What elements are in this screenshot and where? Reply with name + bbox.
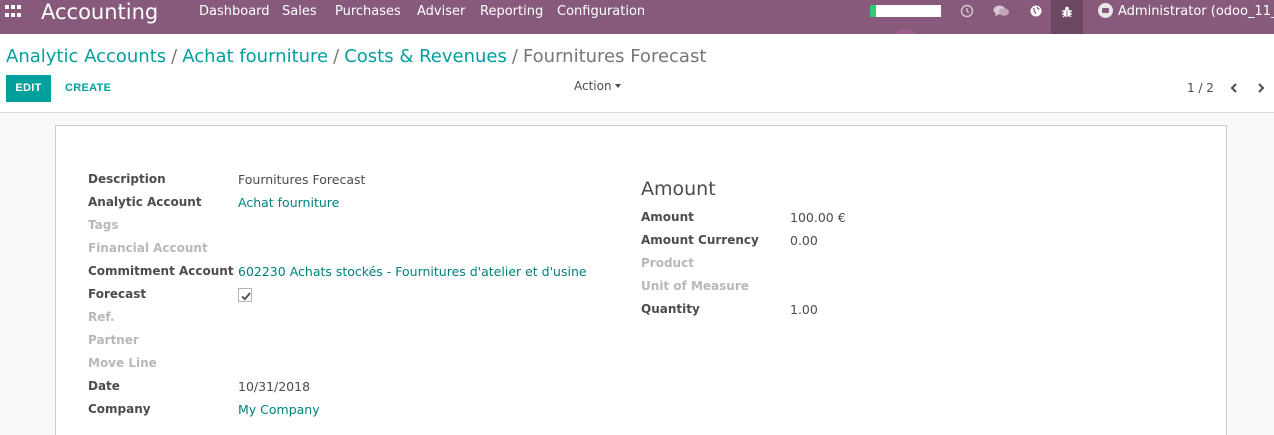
control-panel: Analytic Accounts / Achat fourniture / Costs…: [0, 34, 1274, 113]
field-value-company[interactable]: My Company: [238, 402, 320, 417]
menu-item-adviser[interactable]: Adviser: [417, 4, 465, 20]
clock-icon[interactable]: [960, 4, 974, 18]
chat-icon[interactable]: [993, 4, 1010, 18]
field-value-date: 10/31/2018: [238, 379, 311, 394]
breadcrumb-separator: /: [511, 46, 518, 67]
menu-item-dashboard[interactable]: Dashboard: [199, 4, 270, 20]
field-label-forecast: Forecast: [88, 287, 147, 301]
globe-icon[interactable]: [1029, 4, 1043, 18]
breadcrumb-costs-revenues[interactable]: Costs & Revenues: [344, 46, 507, 67]
create-button[interactable]: CREATE: [59, 75, 117, 102]
breadcrumb-current: Fournitures Forecast: [522, 46, 707, 67]
field-label-tags: Tags: [88, 218, 119, 232]
breadcrumb-separator: /: [171, 46, 178, 67]
field-label-ref: Ref.: [88, 310, 115, 324]
field-label-analytic-account: Analytic Account: [88, 195, 202, 209]
checkmark-icon: [241, 292, 251, 301]
field-label-partner: Partner: [88, 333, 139, 347]
field-label-move-line: Move Line: [88, 356, 157, 370]
bug-icon: [1062, 6, 1072, 18]
debug-mode-toggle[interactable]: [1051, 0, 1083, 34]
breadcrumb: Analytic Accounts / Achat fourniture / Costs…: [6, 46, 706, 68]
user-menu[interactable]: Administrator (odoo_11_1): [1098, 3, 1274, 20]
field-value-quantity: 1.00: [790, 302, 818, 317]
menu-item-sales[interactable]: Sales: [282, 4, 317, 20]
chevron-right-icon[interactable]: [1254, 80, 1268, 96]
field-label-commitment-account: Commitment Account: [88, 264, 234, 278]
field-value-amount: 100.00 €: [790, 210, 846, 225]
apps-grid-icon[interactable]: [5, 5, 25, 19]
forecast-checkbox[interactable]: [238, 288, 252, 302]
caret-down-icon: [614, 84, 621, 88]
action-dropdown[interactable]: Action: [574, 78, 621, 94]
menu-item-configuration[interactable]: Configuration: [557, 4, 645, 20]
user-name: Administrator (odoo_11_1): [1118, 4, 1274, 19]
field-value-amount-currency: 0.00: [790, 233, 818, 248]
menu-item-reporting[interactable]: Reporting: [480, 4, 543, 20]
field-label-financial-account: Financial Account: [88, 241, 208, 255]
field-label-amount-currency: Amount Currency: [641, 233, 759, 247]
pager-value[interactable]: 1 / 2: [1187, 80, 1214, 96]
user-avatar: [1098, 3, 1113, 18]
planner-progress-bar[interactable]: [870, 5, 941, 17]
top-navbar: Accounting Dashboard Sales Purchases Adv…: [0, 0, 1274, 34]
field-label-description: Description: [88, 172, 166, 186]
chevron-left-icon[interactable]: [1227, 80, 1241, 96]
field-label-amount: Amount: [641, 210, 694, 224]
menu-item-purchases[interactable]: Purchases: [335, 4, 401, 20]
field-label-company: Company: [88, 402, 151, 416]
field-label-date: Date: [88, 379, 120, 393]
action-label: Action: [574, 79, 612, 93]
field-value-analytic-account[interactable]: Achat fourniture: [238, 195, 339, 210]
app-title[interactable]: Accounting: [41, 0, 158, 24]
field-label-quantity: Quantity: [641, 302, 700, 316]
field-label-product: Product: [641, 256, 694, 270]
edit-button[interactable]: EDIT: [6, 75, 51, 102]
field-label-unit-of-measure: Unit of Measure: [641, 279, 749, 293]
amount-group-title: Amount: [641, 178, 716, 200]
breadcrumb-achat-fourniture[interactable]: Achat fourniture: [182, 46, 328, 67]
breadcrumb-analytic-accounts[interactable]: Analytic Accounts: [6, 46, 166, 67]
field-value-commitment-account[interactable]: 602230 Achats stockés - Fournitures d'at…: [238, 264, 587, 279]
progress-fill: [870, 5, 876, 17]
field-value-description: Fournitures Forecast: [238, 172, 366, 187]
breadcrumb-separator: /: [333, 46, 340, 67]
